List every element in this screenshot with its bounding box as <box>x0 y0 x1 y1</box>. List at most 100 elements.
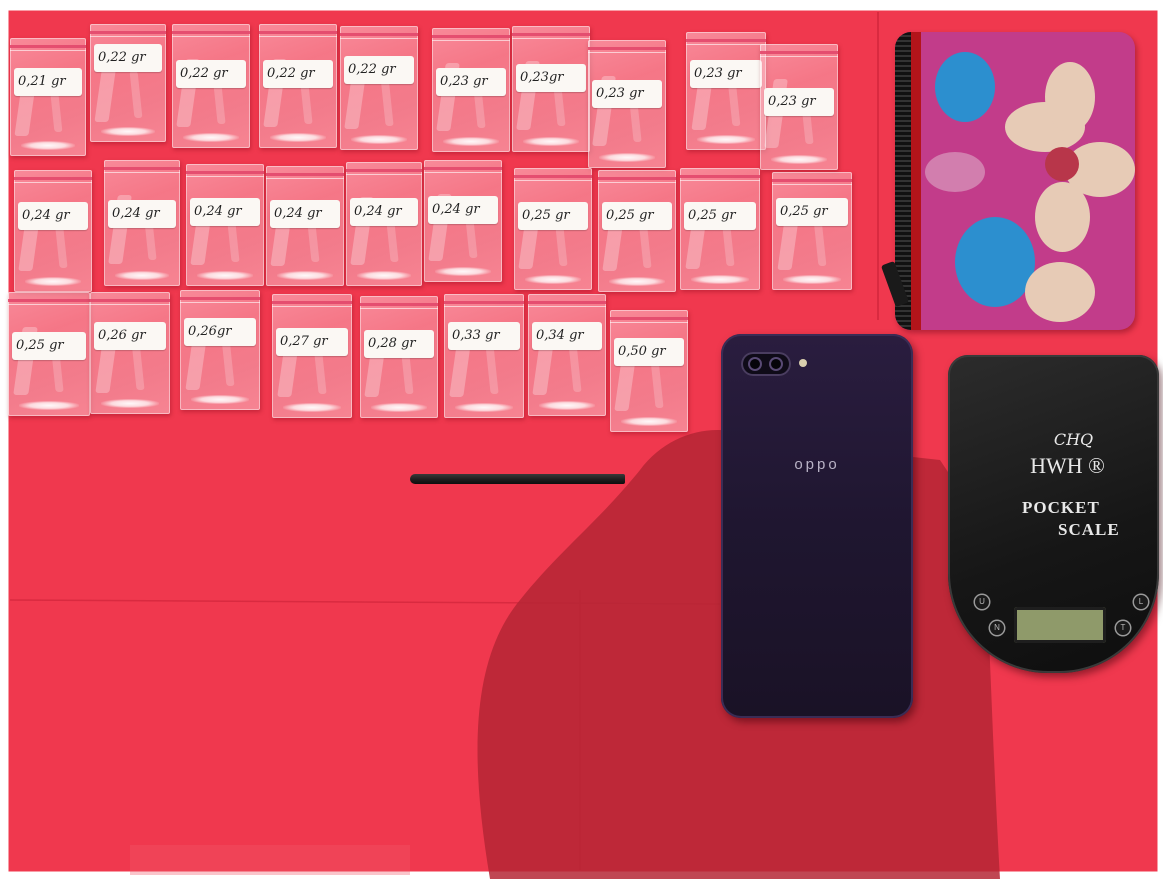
powder-residue <box>620 417 678 426</box>
evidence-bag: 0,25 gr <box>8 292 90 416</box>
bag-weight-label: 0,24 gr <box>350 198 418 226</box>
bag-weight-label: 0,25 gr <box>12 332 86 360</box>
bag-weight-label: 0,22 gr <box>344 56 414 84</box>
bag-weight-label: 0,23 gr <box>764 88 834 116</box>
bag-weight-label: 0,24 gr <box>270 200 340 228</box>
bag-weight-label: 0,24 gr <box>108 200 176 228</box>
bag-weight-label: 0,28 gr <box>364 330 434 358</box>
evidence-bag: 0,24 gr <box>266 166 344 286</box>
scale-label-pocket: POCKET <box>1022 498 1100 517</box>
phone-brand-logo: oppo <box>794 456 840 473</box>
evidence-bag: 0,23 gr <box>760 44 838 170</box>
bag-weight-label: 0,24 gr <box>428 196 498 224</box>
powder-residue <box>24 277 82 286</box>
evidence-bag: 0,24 gr <box>104 160 180 286</box>
powder-residue <box>269 133 327 142</box>
powder-residue <box>350 135 408 144</box>
powder-residue <box>598 153 656 162</box>
evidence-bag: 0,24 gr <box>14 170 92 292</box>
evidence-bag: 0,24 gr <box>186 164 264 286</box>
powder-residue <box>19 401 79 410</box>
powder-residue <box>522 137 580 146</box>
powder-residue <box>356 271 412 280</box>
straw-pipe <box>410 474 625 484</box>
evidence-bag: 0,22 gr <box>259 24 337 148</box>
bag-weight-label: 0,26 gr <box>94 322 166 350</box>
bag-weight-label: 0,22 gr <box>176 60 246 88</box>
powder-residue <box>691 275 749 284</box>
powder-residue <box>20 141 76 150</box>
powder-residue <box>191 395 249 404</box>
powder-residue <box>697 135 755 144</box>
evidence-bag: 0,27 gr <box>272 294 352 418</box>
bag-weight-label: 0,24 gr <box>190 198 260 226</box>
scale-lcd-display <box>1014 607 1106 643</box>
bag-weight-label: 0,23 gr <box>592 80 662 108</box>
scale-button-t: T <box>1116 621 1130 635</box>
bag-weight-label: 0,27 gr <box>276 328 348 356</box>
evidence-bag: 0,25 gr <box>772 172 852 290</box>
bag-weight-label: 0,25 gr <box>776 198 848 226</box>
powder-residue <box>524 275 582 284</box>
powder-residue <box>370 403 428 412</box>
bag-weight-label: 0,22 gr <box>263 60 333 88</box>
evidence-bag: 0,28 gr <box>360 296 438 418</box>
scale-button-l: L <box>1134 595 1148 609</box>
powder-residue <box>442 137 500 146</box>
evidence-bag: 0,23gr <box>512 26 590 152</box>
powder-residue <box>455 403 513 412</box>
smartphone: oppo <box>721 334 913 718</box>
evidence-bag: 0,22 gr <box>172 24 250 148</box>
bag-weight-label: 0,33 gr <box>448 322 520 350</box>
bag-weight-label: 0,23gr <box>516 64 586 92</box>
evidence-bag: 0,22 gr <box>90 24 166 142</box>
evidence-bag: 0,50 gr <box>610 310 688 432</box>
evidence-bag: 0,21 gr <box>10 38 86 156</box>
evidence-bag: 0,23 gr <box>686 32 766 150</box>
evidence-bag: 0,26 gr <box>90 292 170 414</box>
powder-residue <box>101 399 159 408</box>
bag-weight-label: 0,24 gr <box>18 202 88 230</box>
bag-weight-label: 0,23 gr <box>690 60 762 88</box>
powder-residue <box>276 271 334 280</box>
powder-residue <box>434 267 492 276</box>
powder-residue <box>538 401 596 410</box>
bag-weight-label: 0,34 gr <box>532 322 602 350</box>
evidence-bag: 0,25 gr <box>598 170 676 292</box>
bag-weight-label: 0,26gr <box>184 318 256 346</box>
bag-weight-label: 0,25 gr <box>684 202 756 230</box>
bag-weight-label: 0,23 gr <box>436 68 506 96</box>
bag-weight-label: 0,22 gr <box>94 44 162 72</box>
scale-brand-hwh: HWH ® <box>1030 453 1105 478</box>
evidence-bag: 0,34 gr <box>528 294 606 416</box>
camera-module-icon <box>741 352 791 376</box>
evidence-bag: 0,24 gr <box>424 160 502 282</box>
scale-label-scale: SCALE <box>1058 520 1120 539</box>
scale-brand-chq: CHQ <box>1053 430 1094 449</box>
powder-residue <box>283 403 341 412</box>
powder-residue <box>182 133 240 142</box>
bag-weight-label: 0,50 gr <box>614 338 684 366</box>
floral-coin-pouch <box>895 32 1135 330</box>
powder-residue <box>114 271 170 280</box>
evidence-bag: 0,33 gr <box>444 294 524 418</box>
evidence-bag: 0,24 gr <box>346 162 422 286</box>
evidence-bag: 0,26gr <box>180 290 260 410</box>
evidence-bag: 0,23 gr <box>432 28 510 152</box>
powder-residue <box>608 277 666 286</box>
powder-residue <box>770 155 828 164</box>
bag-weight-label: 0,25 gr <box>518 202 588 230</box>
evidence-bag: 0,22 gr <box>340 26 418 150</box>
scale-button-n: N <box>990 621 1004 635</box>
bag-weight-label: 0,25 gr <box>602 202 672 230</box>
powder-residue <box>100 127 156 136</box>
scale-button-u: U <box>975 595 989 609</box>
flash-icon <box>799 359 807 367</box>
evidence-bag: 0,25 gr <box>514 168 592 290</box>
evidence-bag: 0,23 gr <box>588 40 666 168</box>
pocket-scale: CHQ HWH ® POCKET SCALE U N T L <box>948 355 1159 673</box>
bag-weight-label: 0,21 gr <box>14 68 82 96</box>
evidence-bag: 0,25 gr <box>680 168 760 290</box>
powder-residue <box>196 271 254 280</box>
powder-residue <box>783 275 841 284</box>
